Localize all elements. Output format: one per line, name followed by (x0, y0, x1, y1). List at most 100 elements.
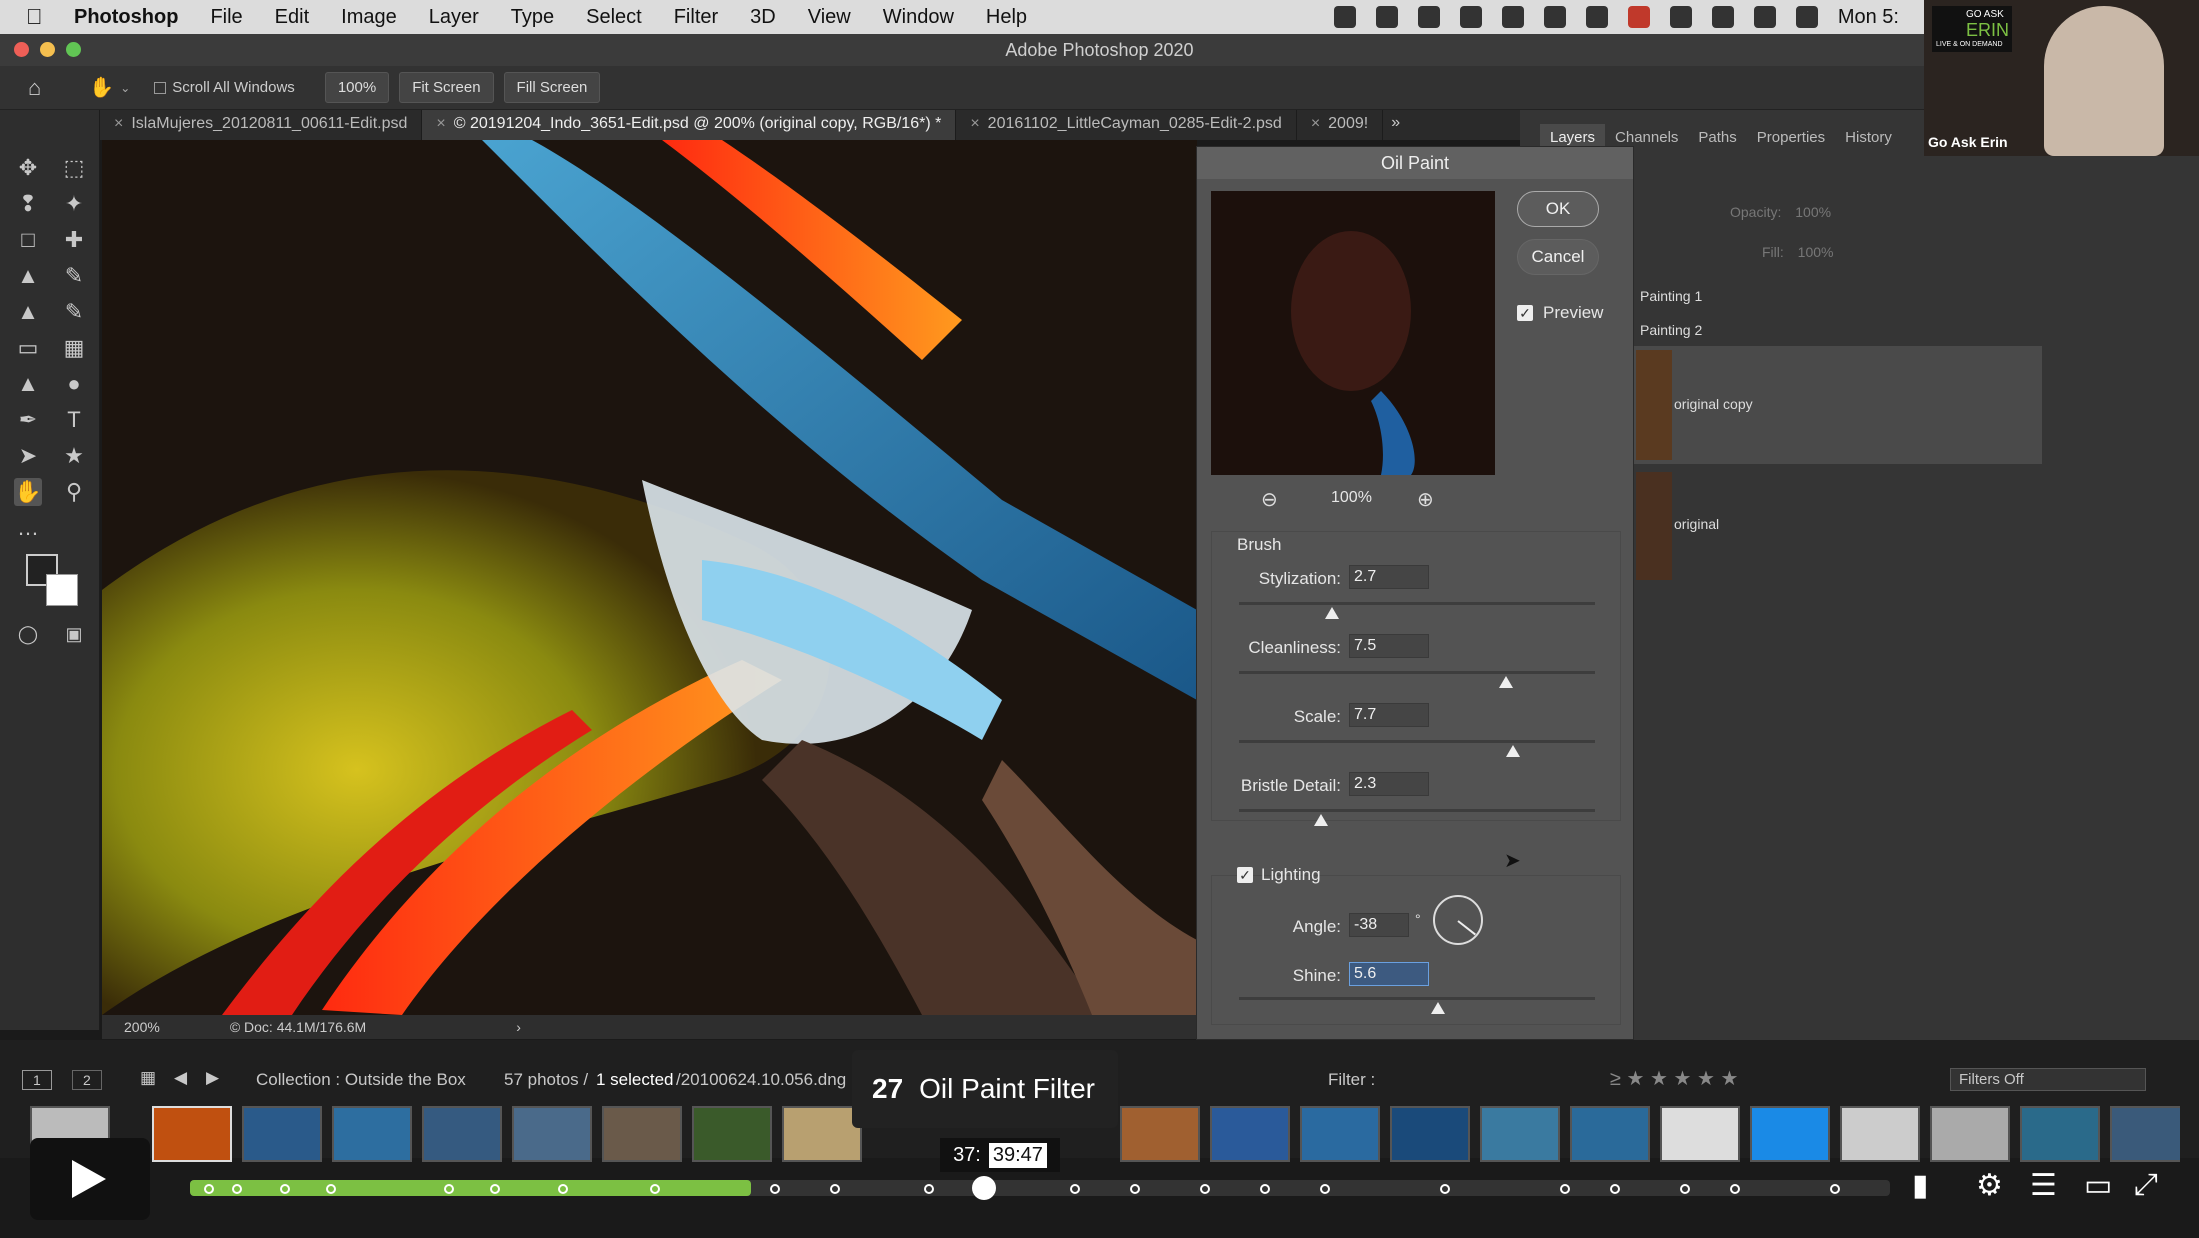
chapter-marker[interactable] (650, 1184, 660, 1194)
background-color-swatch[interactable] (46, 574, 78, 606)
scale-slider-thumb[interactable] (1506, 745, 1521, 757)
healing-brush-icon[interactable]: ▲ (14, 262, 42, 290)
dodge-tool-icon[interactable]: ● (60, 370, 88, 398)
scroll-all-checkbox[interactable] (154, 81, 167, 94)
filmstrip-thumb[interactable] (782, 1106, 862, 1162)
fill-screen-button[interactable]: Fill Screen (503, 72, 601, 103)
chapter-marker[interactable] (1320, 1184, 1330, 1194)
close-tab-icon[interactable]: × (1311, 115, 1320, 132)
close-tab-icon[interactable]: × (114, 115, 123, 132)
chapter-marker[interactable] (1260, 1184, 1270, 1194)
zoom-in-icon[interactable]: ⊕ (1417, 487, 1434, 512)
menu-help[interactable]: Help (986, 6, 1027, 29)
doc-tab[interactable]: × IslaMujeres_20120811_00611-Edit.psd (100, 110, 423, 140)
chapter-marker[interactable] (1070, 1184, 1080, 1194)
status-expand-icon[interactable]: › (516, 1019, 521, 1035)
chapter-marker[interactable] (770, 1184, 780, 1194)
volume-icon[interactable] (1795, 6, 1818, 28)
filmstrip-thumb[interactable] (1300, 1106, 1380, 1162)
chapter-marker[interactable] (490, 1184, 500, 1194)
filmstrip-thumb[interactable] (1480, 1106, 1560, 1162)
menu-file[interactable]: File (210, 6, 242, 29)
type-tool-icon[interactable]: T (60, 406, 88, 434)
menu-filter[interactable]: Filter (674, 6, 718, 29)
filmstrip-thumb[interactable] (1210, 1106, 1290, 1162)
status-menu-icon[interactable] (1375, 6, 1398, 28)
close-window-button[interactable] (14, 42, 29, 57)
filmstrip-thumb[interactable] (1390, 1106, 1470, 1162)
rating-stars[interactable]: ≥ ★ ★ ★ ★ ★ (1610, 1066, 1738, 1091)
angle-dial[interactable] (1433, 895, 1483, 945)
document-canvas[interactable] (102, 140, 1197, 1015)
quick-select-tool-icon[interactable]: ✦ (60, 190, 88, 218)
chapter-marker[interactable] (280, 1184, 290, 1194)
zoom-level[interactable]: 200% (124, 1019, 160, 1035)
menu-type[interactable]: Type (511, 6, 554, 29)
menu-app-name[interactable]: Photoshop (74, 6, 178, 29)
doc-tab[interactable]: × 2009! (1296, 110, 1384, 140)
bristle-detail-slider-thumb[interactable] (1313, 814, 1328, 826)
collection-label[interactable]: Collection : Outside the Box (256, 1070, 466, 1090)
chapter-marker[interactable] (558, 1184, 568, 1194)
filmstrip-thumb[interactable] (242, 1106, 322, 1162)
chapters-list-icon[interactable]: ☰ (2030, 1168, 2057, 1203)
doc-tab-active[interactable]: × © 20191204_Indo_3651-Edit.psd @ 200% (o… (422, 110, 957, 140)
filmstrip-thumb[interactable] (1840, 1106, 1920, 1162)
menu-window[interactable]: Window (883, 6, 954, 29)
stylization-slider-thumb[interactable] (1324, 607, 1339, 619)
opacity-value[interactable]: 100% (1795, 204, 1831, 220)
menu-view[interactable]: View (808, 6, 851, 29)
preview-checkbox[interactable]: ✓ (1517, 305, 1533, 321)
eyedropper-tool-icon[interactable]: ✚ (60, 226, 88, 254)
settings-gear-icon[interactable]: ⚙ (1976, 1168, 2003, 1203)
chapter-marker[interactable] (1610, 1184, 1620, 1194)
tab-properties[interactable]: Properties (1747, 124, 1835, 154)
cleanliness-slider[interactable] (1239, 671, 1595, 674)
close-tab-icon[interactable]: × (436, 115, 445, 132)
brush-tool-icon[interactable]: ✎ (60, 262, 88, 290)
shine-slider-thumb[interactable] (1431, 1002, 1446, 1014)
stylization-input[interactable]: 2.7 (1349, 565, 1429, 589)
menu-clock[interactable]: Mon 5: (1838, 6, 1899, 29)
fullscreen-icon[interactable]: ⤢ (2134, 1168, 2158, 1202)
screen-mode-icon[interactable]: ▣ (60, 620, 88, 648)
filmstrip-thumb-selected[interactable] (152, 1106, 232, 1162)
menu-select[interactable]: Select (586, 6, 642, 29)
minimize-window-button[interactable] (40, 42, 55, 57)
zoom-out-icon[interactable]: ⊖ (1261, 487, 1278, 512)
status-menu-icon[interactable] (1417, 6, 1440, 28)
grid-icon[interactable]: ▦ (140, 1068, 156, 1088)
airplay-icon[interactable]: ▭ (2084, 1168, 2112, 1203)
tabs-overflow-icon[interactable]: » (1383, 110, 1408, 140)
menu-edit[interactable]: Edit (275, 6, 309, 29)
cleanliness-input[interactable]: 7.5 (1349, 634, 1429, 658)
more-tools-icon[interactable]: … (14, 514, 42, 542)
status-menu-icon[interactable] (1459, 6, 1482, 28)
filmstrip-thumb[interactable] (1750, 1106, 1830, 1162)
filmstrip-thumb[interactable] (1660, 1106, 1740, 1162)
filmstrip-thumb[interactable] (2110, 1106, 2180, 1162)
tool-preset-chevron-icon[interactable]: ⌄ (120, 81, 130, 95)
bristle-detail-input[interactable]: 2.3 (1349, 772, 1429, 796)
back-arrow-icon[interactable]: ◀ (174, 1068, 187, 1088)
pen-tool-icon[interactable]: ✒ (14, 406, 42, 434)
video-progress-bar[interactable] (190, 1176, 1890, 1200)
gradient-tool-icon[interactable]: ▦ (60, 334, 88, 362)
shape-tool-icon[interactable]: ★ (60, 442, 88, 470)
fit-screen-button[interactable]: Fit Screen (399, 72, 494, 103)
fill-value[interactable]: 100% (1798, 244, 1834, 260)
quick-mask-icon[interactable]: ◯ (14, 620, 42, 648)
tab-paths[interactable]: Paths (1688, 124, 1746, 154)
chapter-marker[interactable] (1560, 1184, 1570, 1194)
airplay-icon[interactable] (1669, 6, 1692, 28)
lighting-checkbox[interactable]: ✓ (1237, 867, 1253, 883)
play-button[interactable] (30, 1138, 150, 1220)
filmstrip-thumb[interactable] (2020, 1106, 2100, 1162)
filmstrip-thumb[interactable] (1120, 1106, 1200, 1162)
chapter-marker[interactable] (830, 1184, 840, 1194)
shine-slider[interactable] (1239, 997, 1595, 1000)
chapter-marker[interactable] (1680, 1184, 1690, 1194)
layer-row[interactable]: original (1628, 470, 2042, 582)
lasso-tool-icon[interactable]: ❢ (14, 190, 42, 218)
cancel-button[interactable]: Cancel (1517, 239, 1599, 275)
